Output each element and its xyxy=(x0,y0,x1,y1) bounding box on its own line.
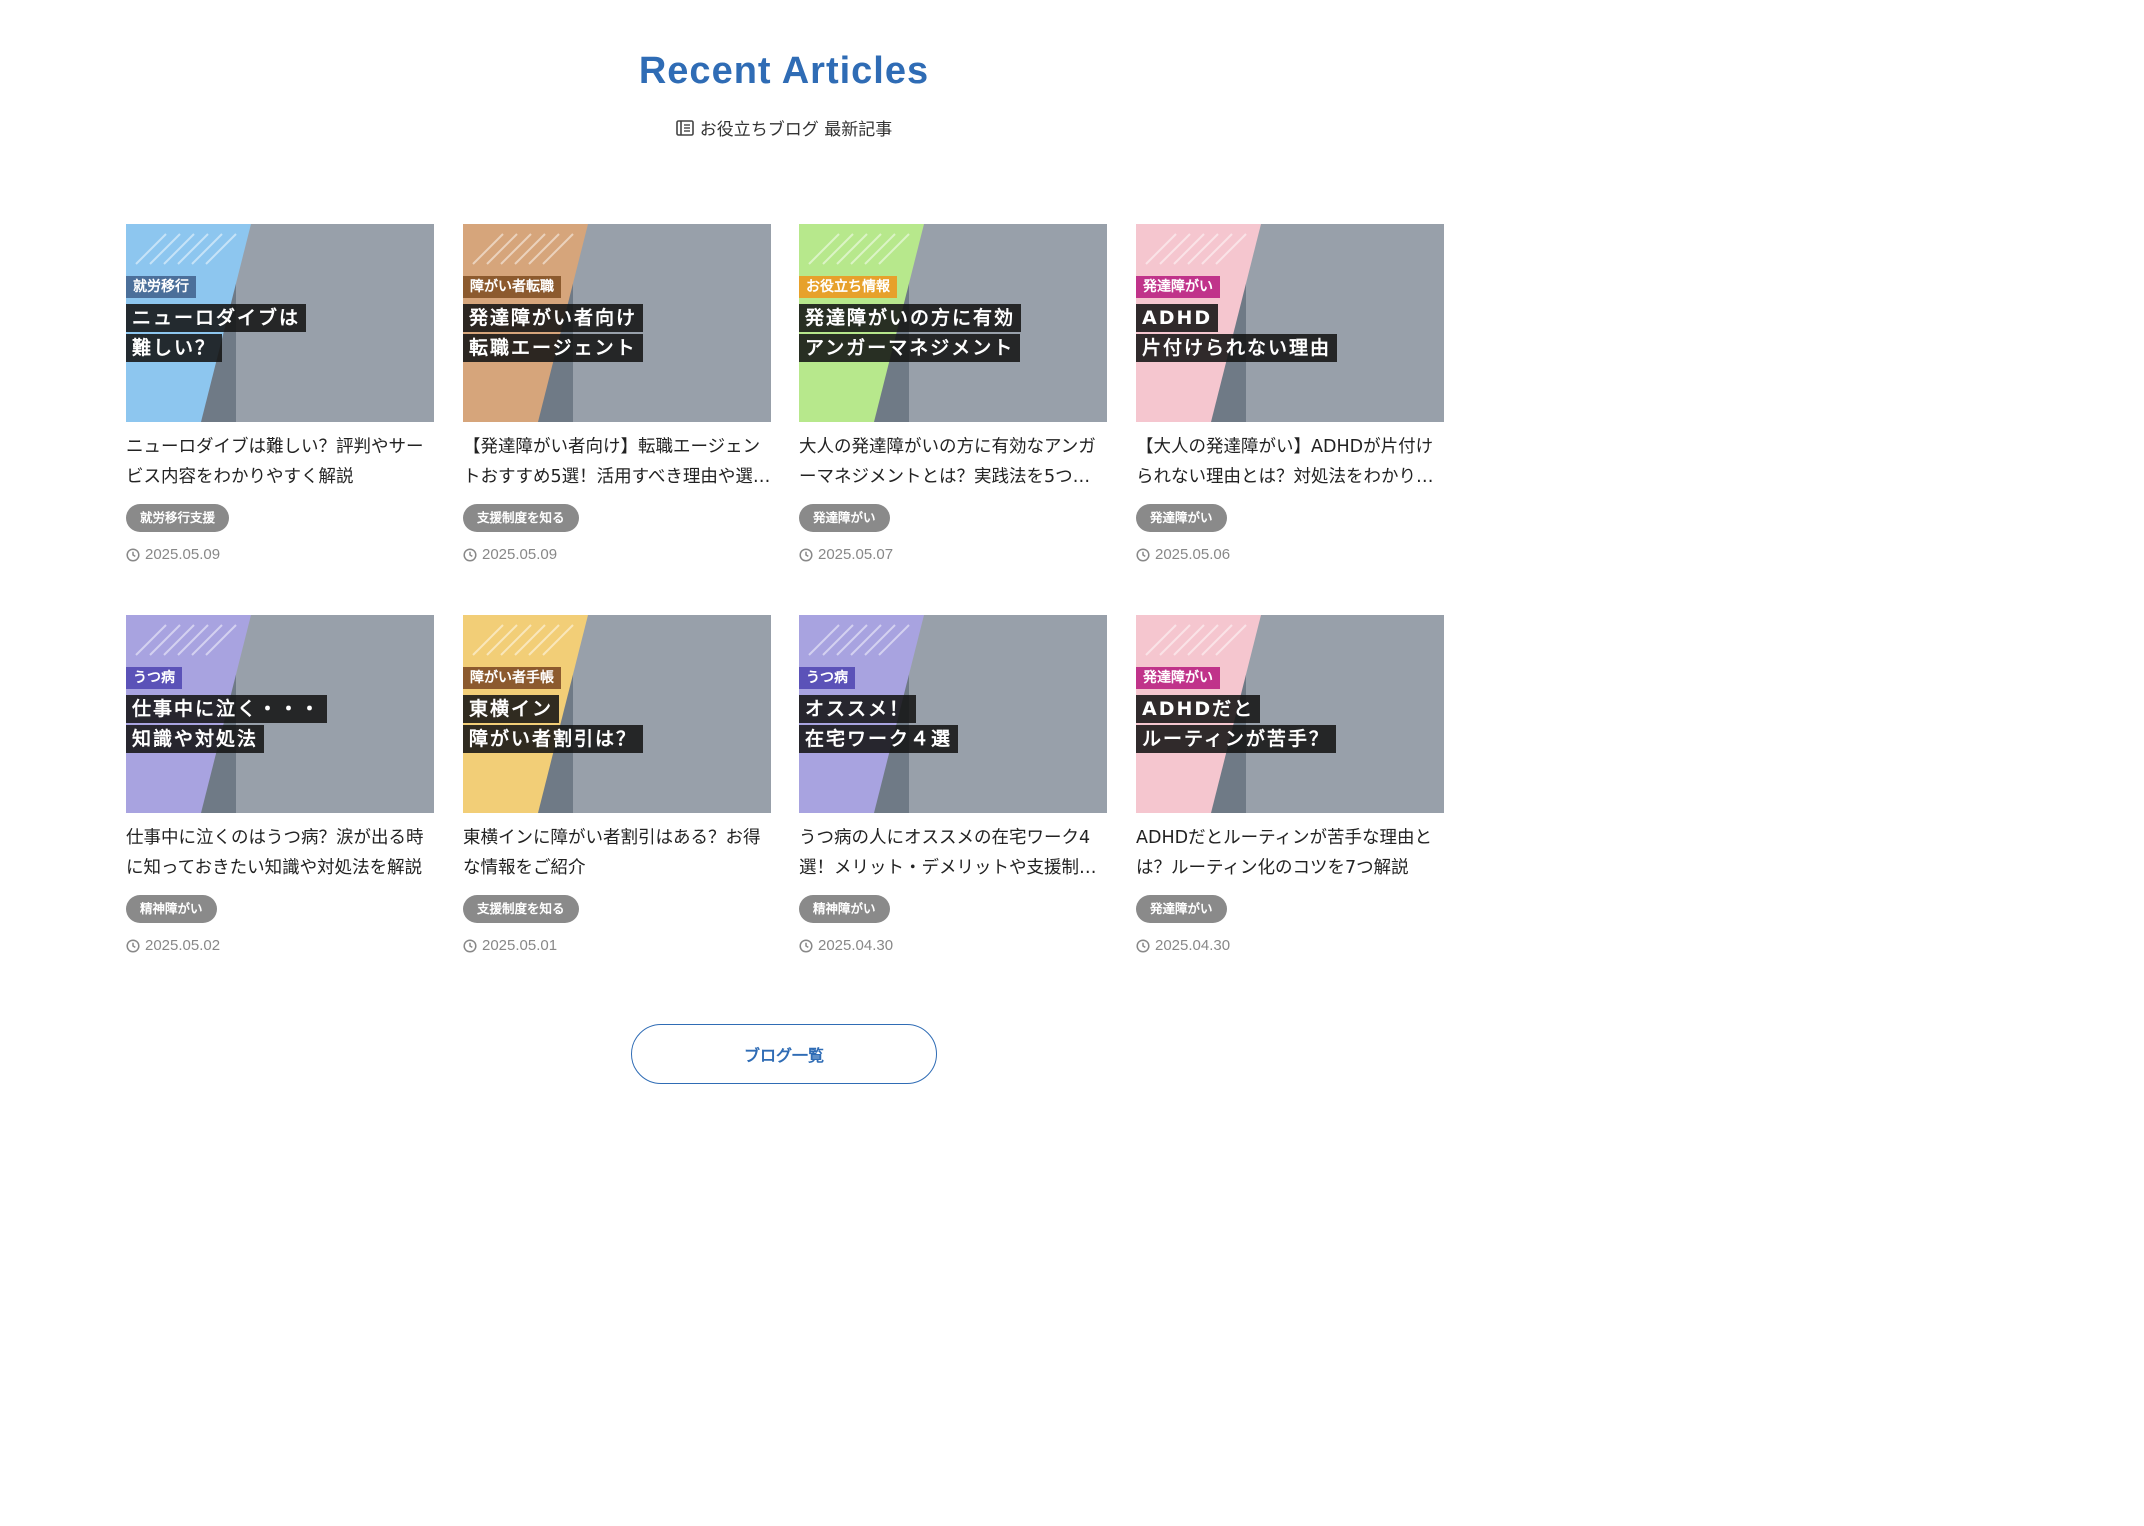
thumbnail-category: うつ病 xyxy=(126,667,182,689)
thumbnail-category: 発達障がい xyxy=(1136,276,1220,298)
date-text: 2025.05.02 xyxy=(145,937,221,954)
article-title[interactable]: 【大人の発達障がい】ADHDが片付けられない理由とは？対処法をわかり… xyxy=(1136,432,1444,492)
book-icon xyxy=(675,119,694,136)
thumbnail-caption: 発達障がいの方に有効 xyxy=(799,304,1022,332)
thumbnail-caption: ADHD xyxy=(1136,304,1219,332)
thumbnail-category: うつ病 xyxy=(799,667,855,689)
clock-icon xyxy=(463,547,477,562)
article-title[interactable]: 【発達障がい者向け】転職エージェントおすすめ5選！活用すべき理由や選… xyxy=(463,432,771,492)
section-title: Recent Articles xyxy=(638,50,930,92)
clock-icon xyxy=(799,547,813,562)
article-date: 2025.05.02 xyxy=(126,937,220,954)
article-date: 2025.05.07 xyxy=(799,546,893,563)
thumbnail-category: 発達障がい xyxy=(1136,667,1220,689)
thumbnail-caption: 障がい者割引は？ xyxy=(463,725,644,753)
article-thumbnail[interactable]: うつ病オススメ！ 在宅ワーク４選 xyxy=(799,615,1107,813)
article-tag[interactable]: 発達障がい xyxy=(1136,504,1227,532)
thumbnail-caption: ADHDだと xyxy=(1136,695,1261,723)
article-card[interactable]: うつ病仕事中に泣く・・・ 知識や対処法仕事中に泣くのはうつ病？涙が出る時に知ってお… xyxy=(126,615,434,975)
thumbnail-caption: 難しい？ xyxy=(126,334,223,362)
blog-list-button[interactable]: ブログ一覧 xyxy=(631,1024,937,1084)
article-title[interactable]: 仕事中に泣くのはうつ病？涙が出る時に知っておきたい知識や対処法を解説 xyxy=(126,823,434,883)
thumbnail-caption: 仕事中に泣く・・・ xyxy=(126,695,328,723)
article-thumbnail[interactable]: 障がい者転職発達障がい者向け 転職エージェント xyxy=(463,224,771,422)
clock-icon xyxy=(1136,938,1150,953)
thumbnail-category: 障がい者手帳 xyxy=(463,667,561,689)
thumbnail-caption: オススメ！ xyxy=(799,695,917,723)
article-date: 2025.05.09 xyxy=(463,546,557,563)
article-card[interactable]: うつ病オススメ！ 在宅ワーク４選うつ病の人にオススメの在宅ワーク4選！メリット・デ… xyxy=(799,615,1107,975)
clock-icon xyxy=(463,938,477,953)
article-title[interactable]: ニューロダイブは難しい？評判やサービス内容をわかりやすく解説 xyxy=(126,432,434,492)
thumbnail-caption: 発達障がい者向け xyxy=(463,304,644,332)
article-tag[interactable]: 発達障がい xyxy=(799,504,890,532)
article-thumbnail[interactable]: 発達障がい ADHDだと ルーティンが苦手？ xyxy=(1136,615,1444,813)
date-text: 2025.05.01 xyxy=(482,937,558,954)
thumbnail-category: お役立ち情報 xyxy=(799,276,897,298)
article-title[interactable]: 東横インに障がい者割引はある？お得な情報をご紹介 xyxy=(463,823,771,883)
article-card[interactable]: 発達障がい ADHD 片付けられない理由【大人の発達障がい】ADHDが片付けられない… xyxy=(1136,224,1444,584)
thumbnail-caption: 転職エージェント xyxy=(463,334,643,362)
article-date: 2025.05.06 xyxy=(1136,546,1230,563)
article-card[interactable]: 障がい者転職発達障がい者向け 転職エージェント【発達障がい者向け】転職エージェント… xyxy=(463,224,771,584)
thumbnail-caption: 知識や対処法 xyxy=(126,725,265,753)
article-thumbnail[interactable]: 障がい者手帳東横イン 障がい者割引は？ xyxy=(463,615,771,813)
clock-icon xyxy=(799,938,813,953)
article-tag[interactable]: 支援制度を知る xyxy=(463,504,579,532)
thumbnail-category: 就労移行 xyxy=(126,276,196,298)
article-card[interactable]: お役立ち情報発達障がいの方に有効 アンガーマネジメント大人の発達障がいの方に有効な… xyxy=(799,224,1107,584)
article-tag[interactable]: 精神障がい xyxy=(126,895,217,923)
thumbnail-caption: アンガーマネジメント xyxy=(799,334,1021,362)
date-text: 2025.05.09 xyxy=(145,546,221,563)
date-text: 2025.05.09 xyxy=(482,546,558,563)
clock-icon xyxy=(126,547,140,562)
date-text: 2025.05.06 xyxy=(1155,546,1231,563)
thumbnail-caption: 東横イン xyxy=(463,695,560,723)
clock-icon xyxy=(126,938,140,953)
article-tag[interactable]: 精神障がい xyxy=(799,895,890,923)
article-tag[interactable]: 就労移行支援 xyxy=(126,504,230,532)
article-thumbnail[interactable]: お役立ち情報発達障がいの方に有効 アンガーマネジメント xyxy=(799,224,1107,422)
article-card[interactable]: 就労移行ニューロダイブは 難しい？ ニューロダイブは難しい？評判やサービス内容をわか… xyxy=(126,224,434,584)
thumbnail-caption: ルーティンが苦手？ xyxy=(1136,725,1336,753)
date-text: 2025.04.30 xyxy=(818,937,894,954)
clock-icon xyxy=(1136,547,1150,562)
article-tag[interactable]: 支援制度を知る xyxy=(463,895,579,923)
date-text: 2025.05.07 xyxy=(818,546,894,563)
article-date: 2025.04.30 xyxy=(799,937,893,954)
section-subtitle: お役立ちブログ 最新記事 xyxy=(0,115,1568,140)
article-date: 2025.04.30 xyxy=(1136,937,1230,954)
thumbnail-caption: 在宅ワーク４選 xyxy=(799,725,959,753)
article-title[interactable]: ADHDだとルーティンが苦手な理由とは？ルーティン化のコツを7つ解説 xyxy=(1136,823,1444,883)
article-thumbnail[interactable]: うつ病仕事中に泣く・・・ 知識や対処法 xyxy=(126,615,434,813)
article-tag[interactable]: 発達障がい xyxy=(1136,895,1227,923)
article-card[interactable]: 発達障がい ADHDだと ルーティンが苦手？ ADHDだとルーティンが苦手な理由とは？… xyxy=(1136,615,1444,975)
thumbnail-caption: 片付けられない理由 xyxy=(1136,334,1338,362)
article-card[interactable]: 障がい者手帳東横イン 障がい者割引は？ 東横インに障がい者割引はある？お得な情報をご… xyxy=(463,615,771,975)
article-date: 2025.05.01 xyxy=(463,937,557,954)
subtitle-text: お役立ちブログ 最新記事 xyxy=(699,120,893,140)
article-thumbnail[interactable]: 発達障がい ADHD 片付けられない理由 xyxy=(1136,224,1444,422)
article-title[interactable]: 大人の発達障がいの方に有効なアンガーマネジメントとは？実践法を5つ… xyxy=(799,432,1107,492)
thumbnail-category: 障がい者転職 xyxy=(463,276,561,298)
date-text: 2025.04.30 xyxy=(1155,937,1231,954)
article-title[interactable]: うつ病の人にオススメの在宅ワーク4選！メリット・デメリットや支援制… xyxy=(799,823,1107,883)
thumbnail-caption: ニューロダイブは xyxy=(126,304,307,332)
article-thumbnail[interactable]: 就労移行ニューロダイブは 難しい？ xyxy=(126,224,434,422)
article-date: 2025.05.09 xyxy=(126,546,220,563)
